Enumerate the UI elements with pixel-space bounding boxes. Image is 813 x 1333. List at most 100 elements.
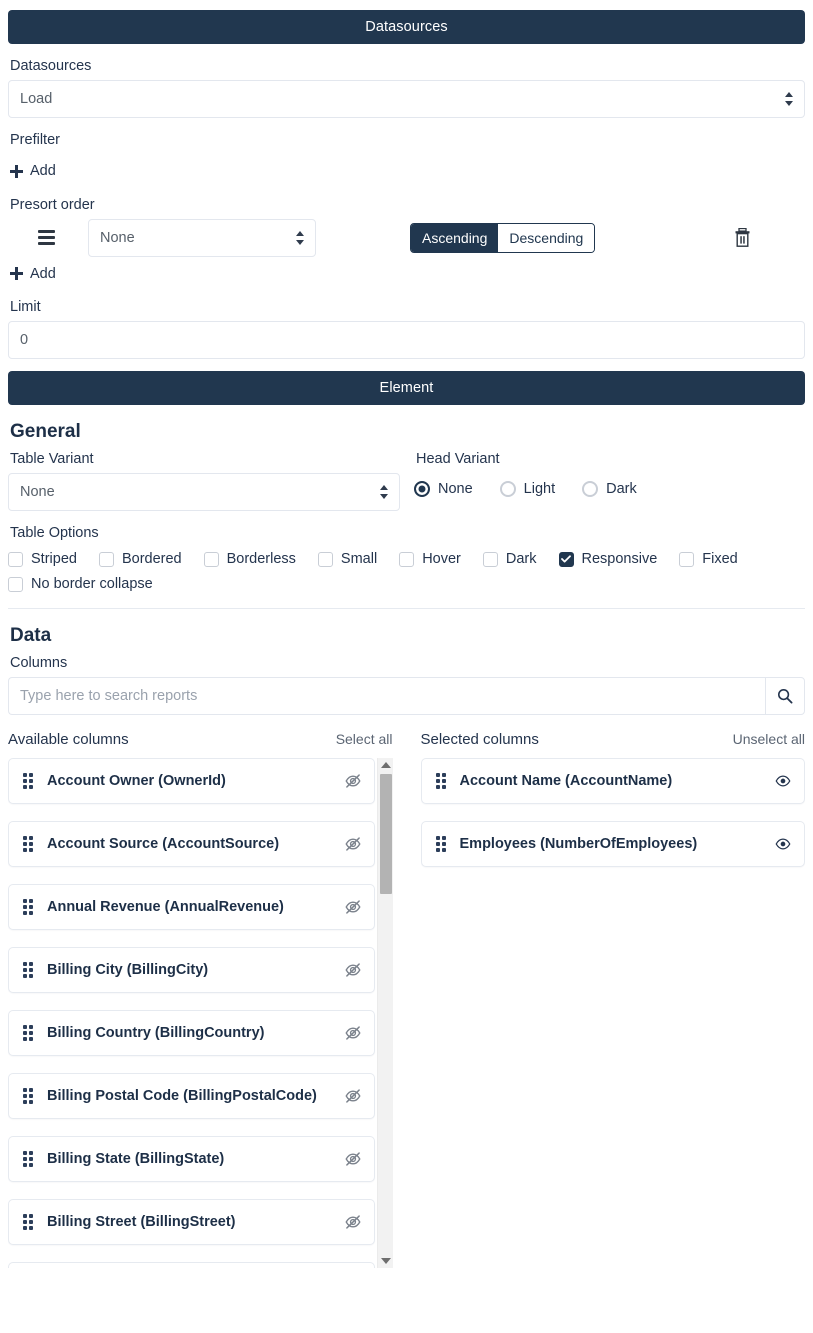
list-item[interactable]: Account Name (AccountName): [420, 758, 805, 804]
selected-columns-list[interactable]: Account Name (AccountName) Employees (Nu…: [420, 758, 805, 1268]
table-option-small[interactable]: Small: [317, 551, 378, 567]
head-variant-option-dark[interactable]: Dark: [582, 481, 637, 497]
datasources-select[interactable]: Load: [8, 80, 805, 118]
available-columns-list[interactable]: Account Owner (OwnerId) Account Source (…: [8, 758, 393, 1268]
head-variant-dark-label: Dark: [606, 481, 637, 497]
table-option-hover[interactable]: Hover: [399, 551, 461, 567]
list-item[interactable]: Billing Postal Code (BillingPostalCode): [8, 1073, 375, 1119]
sort-descending-button[interactable]: Descending: [498, 223, 595, 252]
list-item[interactable]: Billing Street (BillingStreet): [8, 1199, 375, 1245]
list-item-partial[interactable]: [8, 1262, 375, 1268]
datasources-select-wrap: Load: [8, 80, 805, 118]
columns-dual-list: Available columns Select all Account Own…: [8, 731, 805, 1268]
selected-columns-panel: Selected columns Unselect all Account Na…: [407, 731, 806, 1268]
head-variant-option-none[interactable]: None: [414, 481, 473, 497]
eye-slash-icon-button[interactable]: [342, 1148, 364, 1170]
sort-ascending-button[interactable]: Ascending: [411, 223, 499, 252]
drag-grip-icon[interactable]: [435, 773, 447, 789]
table-option-fixed[interactable]: Fixed: [679, 551, 738, 567]
drag-grip-icon[interactable]: [23, 773, 34, 789]
delete-presort-button[interactable]: [729, 223, 755, 253]
eye-slash-icon-button[interactable]: [342, 959, 364, 981]
general-title: General: [10, 421, 81, 442]
list-item-label: Annual Revenue (AnnualRevenue): [47, 899, 284, 915]
drag-grip-icon[interactable]: [23, 1214, 34, 1230]
list-item-label: Billing City (BillingCity): [47, 962, 209, 978]
drag-grip-icon[interactable]: [23, 1151, 34, 1167]
selected-columns-header: Selected columns Unselect all: [421, 731, 806, 748]
eye-slash-icon: [344, 774, 361, 788]
eye-slash-icon-button[interactable]: [342, 1022, 364, 1044]
head-variant-light-label: Light: [523, 481, 556, 497]
table-option-striped[interactable]: Striped: [8, 551, 77, 567]
drag-grip-icon[interactable]: [23, 836, 34, 852]
table-variant-select-wrap: None: [8, 473, 400, 511]
eye-icon-button[interactable]: [772, 833, 794, 855]
limit-input[interactable]: [8, 321, 805, 359]
eye-slash-icon-button[interactable]: [342, 896, 364, 918]
prefilter-add-button[interactable]: Add: [10, 163, 56, 179]
presort-order-label: Presort order: [10, 196, 95, 213]
table-option-label: Striped: [31, 551, 77, 567]
eye-icon-button[interactable]: [772, 770, 794, 792]
drag-grip-icon[interactable]: [23, 962, 34, 978]
drag-grip-icon[interactable]: [23, 1025, 34, 1041]
panel-root: Datasources Datasources Load Prefilter A…: [0, 10, 813, 1333]
table-option-dark[interactable]: Dark: [482, 551, 537, 567]
eye-slash-icon: [344, 1152, 361, 1166]
radio-unselected-icon: [499, 481, 516, 497]
eye-slash-icon-button[interactable]: [342, 833, 364, 855]
unselect-all-button[interactable]: Unselect all: [733, 731, 805, 747]
columns-search-button[interactable]: [765, 677, 805, 715]
table-option-label: No border collapse: [31, 576, 153, 592]
scrollbar-thumb[interactable]: [379, 774, 392, 894]
drag-grip-icon[interactable]: [23, 1088, 34, 1104]
eye-slash-icon-button[interactable]: [342, 770, 364, 792]
checkbox-icon: [8, 551, 23, 567]
table-option-label: Bordered: [121, 551, 182, 567]
list-item[interactable]: Billing State (BillingState): [8, 1136, 375, 1182]
select-all-button[interactable]: Select all: [336, 731, 393, 747]
available-columns-scrollbar[interactable]: [376, 758, 393, 1268]
scroll-down-arrow-icon[interactable]: [378, 1254, 393, 1268]
checkbox-icon: [399, 551, 415, 567]
general-columns: Table Variant None Head Variant None Lig…: [8, 451, 805, 511]
list-item[interactable]: Billing City (BillingCity): [8, 947, 375, 993]
available-columns-panel: Available columns Select all Account Own…: [8, 731, 407, 1268]
eye-slash-icon: [344, 1026, 361, 1040]
presort-add-button[interactable]: Add: [10, 266, 56, 282]
head-variant-label: Head Variant: [416, 451, 500, 467]
table-option-no-border-collapse[interactable]: No border collapse: [8, 576, 805, 592]
table-option-bordered[interactable]: Bordered: [98, 551, 182, 567]
presort-add-label: Add: [30, 265, 56, 282]
search-icon: [777, 688, 793, 704]
drag-grip-icon[interactable]: [435, 836, 447, 852]
prefilter-label: Prefilter: [10, 132, 60, 148]
list-item[interactable]: Billing Country (BillingCountry): [8, 1010, 375, 1056]
table-option-label: Fixed: [702, 551, 738, 567]
drag-grip-icon[interactable]: [23, 899, 34, 915]
table-options-label: Table Options: [10, 525, 99, 541]
list-item[interactable]: Account Source (AccountSource): [8, 821, 375, 867]
head-variant-option-light[interactable]: Light: [499, 481, 556, 497]
presort-field-select[interactable]: None: [88, 218, 316, 257]
eye-slash-icon-button[interactable]: [342, 1085, 364, 1107]
list-item[interactable]: Employees (NumberOfEmployees): [420, 821, 805, 867]
head-variant-none-label: None: [438, 481, 473, 497]
columns-search-input[interactable]: [8, 677, 765, 715]
table-option-label: Small: [340, 551, 378, 567]
table-option-borderless[interactable]: Borderless: [203, 551, 296, 567]
scroll-up-arrow-icon[interactable]: [378, 758, 393, 772]
eye-slash-icon: [344, 900, 361, 914]
columns-label: Columns: [10, 655, 68, 671]
head-variant-column: Head Variant None Light Dark: [408, 451, 805, 511]
list-item[interactable]: Account Owner (OwnerId): [8, 758, 375, 804]
eye-icon: [775, 775, 791, 787]
table-options-group: Striped Bordered Borderless Small Hover: [8, 551, 805, 592]
table-option-responsive[interactable]: Responsive: [558, 551, 657, 567]
table-variant-select[interactable]: None: [8, 473, 400, 511]
eye-slash-icon-button[interactable]: [342, 1211, 364, 1233]
list-item[interactable]: Annual Revenue (AnnualRevenue): [8, 884, 375, 930]
eye-icon: [775, 838, 791, 850]
drag-handle-icon[interactable]: [30, 219, 62, 257]
